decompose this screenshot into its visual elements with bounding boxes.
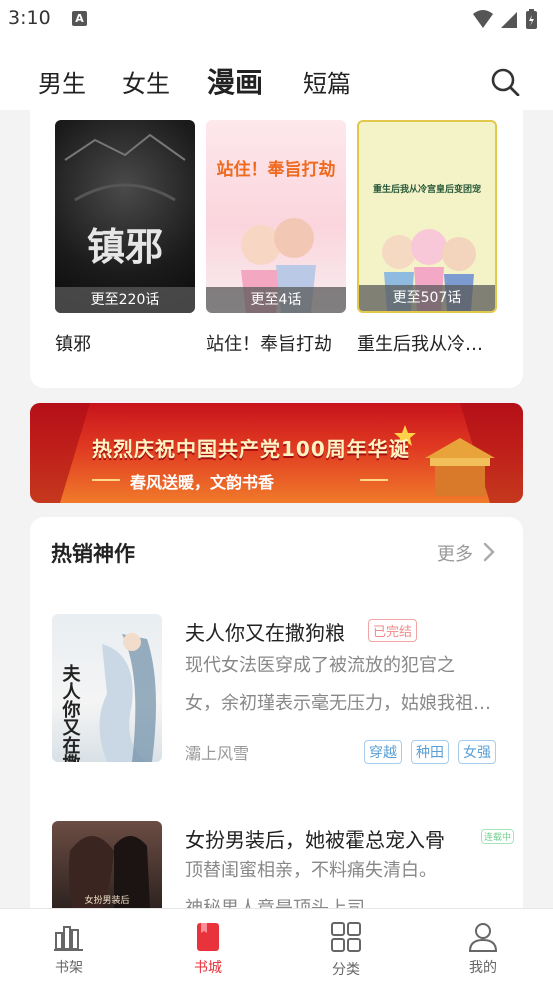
nav-bookstore[interactable]: 书城 xyxy=(168,909,248,984)
book-icon xyxy=(197,923,219,951)
comic-title[interactable]: 站住！奉旨打劫 xyxy=(206,330,332,356)
nav-profile[interactable]: 我的 xyxy=(443,909,523,984)
nav-label: 分类 xyxy=(332,962,360,978)
book-cover[interactable]: 女扮男装后 xyxy=(52,821,162,908)
comic-title[interactable]: 重生后我从冷… xyxy=(357,330,483,356)
cover-title-text: 站住！奉旨打劫 xyxy=(217,159,336,180)
signal-icon xyxy=(501,12,517,28)
chapter-count: 更至507话 xyxy=(359,285,495,311)
cover-art: 夫人你又在撒狗粮 xyxy=(60,633,156,762)
cover-art: 重生后我从冷宫皇后变团宠 xyxy=(373,183,481,311)
status-bar: 3:10 A xyxy=(0,0,553,38)
book-tag[interactable]: 女强 xyxy=(458,740,496,764)
status-time: 3:10 xyxy=(8,7,51,29)
nav-bookshelf[interactable]: 书架 xyxy=(29,909,109,984)
bottom-nav: 书架 书城 分类 我的 xyxy=(0,908,553,984)
grid-icon xyxy=(331,922,361,952)
nav-categories[interactable]: 分类 xyxy=(306,909,386,984)
notification-icon: A xyxy=(72,11,87,26)
tab-female[interactable]: 女生 xyxy=(122,64,170,99)
cover-title-text: 重生后我从冷宫皇后变团宠 xyxy=(373,183,481,195)
comic-cover-1[interactable]: 镇邪 更至220话 xyxy=(55,120,195,313)
cover-art: 镇邪 xyxy=(64,133,186,269)
comic-cover-3[interactable]: 重生后我从冷宫皇后变团宠 更至507话 xyxy=(357,120,497,313)
cover-title-text: 女扮男装后 xyxy=(84,894,129,906)
promo-banner[interactable]: 热烈庆祝中国共产党100周年华诞 春风送暖，文韵书香 xyxy=(30,403,523,503)
banner-divider xyxy=(92,479,120,481)
tab-comics[interactable]: 漫画 xyxy=(207,61,263,101)
tab-male[interactable]: 男生 xyxy=(38,64,86,99)
cover-title-text: 夫人你又在撒狗粮 xyxy=(60,663,82,762)
bookshelf-icon xyxy=(54,926,83,951)
section-title: 热销神作 xyxy=(51,542,135,566)
book-description: 顶替闺蜜相亲，不料痛失清白。 xyxy=(185,860,437,881)
book-title[interactable]: 夫人你又在撒狗粮 xyxy=(185,617,345,646)
wifi-icon xyxy=(473,10,493,28)
cover-art: 站住！奉旨打劫 xyxy=(217,159,336,313)
cover-art: 女扮男装后 xyxy=(68,836,150,908)
book-title[interactable]: 女扮男装后，她被霍总宠入骨 xyxy=(185,824,445,853)
book-author: 灞上风雪 xyxy=(185,744,250,763)
chevron-right-icon[interactable] xyxy=(482,542,496,562)
status-badge: 连载中 xyxy=(481,829,515,844)
status-badge: 已完结 xyxy=(368,619,418,642)
nav-label: 我的 xyxy=(469,960,497,976)
banner-subtitle: 春风送暖，文韵书香 xyxy=(130,473,275,492)
comic-cover-2[interactable]: 站住！奉旨打劫 更至4话 xyxy=(206,120,346,313)
book-description: 女，余初瑾表示毫无压力，姑娘我祖… xyxy=(185,693,491,714)
book-tag[interactable]: 穿越 xyxy=(364,740,402,764)
chapter-count: 更至4话 xyxy=(206,287,346,313)
banner-headline: 热烈庆祝中国共产党100周年华诞 xyxy=(92,437,410,461)
more-link[interactable]: 更多 xyxy=(437,540,473,566)
comic-title[interactable]: 镇邪 xyxy=(55,330,91,356)
nav-label: 书架 xyxy=(55,960,83,976)
search-icon[interactable] xyxy=(489,66,521,98)
cover-title-text: 镇邪 xyxy=(87,224,163,269)
user-icon xyxy=(468,923,498,952)
book-tag[interactable]: 种田 xyxy=(411,740,449,764)
banner-divider xyxy=(360,479,388,481)
chapter-count: 更至220话 xyxy=(55,287,195,313)
status-icons xyxy=(473,9,537,29)
nav-label: 书城 xyxy=(194,960,222,976)
tab-short[interactable]: 短篇 xyxy=(303,64,351,99)
book-cover[interactable]: 夫人你又在撒狗粮 xyxy=(52,614,162,762)
book-description: 现代女法医穿成了被流放的犯官之 xyxy=(185,655,455,676)
